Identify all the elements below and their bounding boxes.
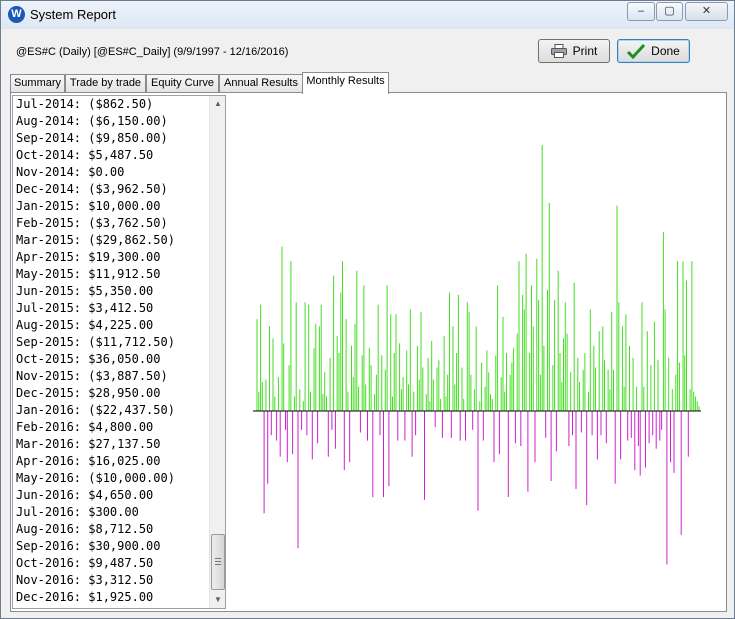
list-item[interactable]: Aug-2014: ($6,150.00) (16, 113, 210, 130)
symbol-date-range: @ES#C (Daily) [@ES#C_Daily] (9/9/1997 - … (16, 46, 289, 58)
scroll-down-icon[interactable]: ▼ (210, 592, 226, 608)
monthly-results-chart (229, 93, 726, 611)
system-report-window: W System Report ‒ ▢ ✕ @ES#C (Daily) [@ES… (0, 0, 735, 619)
list-item[interactable]: Feb-2015: ($3,762.50) (16, 215, 210, 232)
window-title: System Report (30, 7, 116, 22)
scrollbar-thumb[interactable] (211, 534, 225, 590)
list-item[interactable]: Aug-2015: $4,225.00 (16, 317, 210, 334)
list-item[interactable]: Jul-2016: $300.00 (16, 504, 210, 521)
vertical-scrollbar[interactable]: ▲ ▼ (209, 96, 225, 608)
list-item[interactable]: Jun-2016: $4,650.00 (16, 487, 210, 504)
title-bar[interactable]: W System Report ‒ ▢ ✕ (1, 1, 734, 29)
minimize-icon: ‒ (637, 5, 645, 17)
monthly-results-chart-svg (253, 145, 701, 565)
close-button[interactable]: ✕ (685, 2, 728, 21)
list-item[interactable]: Jan-2015: $10,000.00 (16, 198, 210, 215)
tab-trade-by-trade[interactable]: Trade by trade (65, 74, 146, 93)
list-item[interactable]: May-2016: ($10,000.00) (16, 470, 210, 487)
minimize-button[interactable]: ‒ (627, 2, 655, 21)
print-button[interactable]: Print (538, 39, 610, 63)
scroll-up-icon[interactable]: ▲ (210, 96, 226, 112)
list-item[interactable]: Jul-2014: ($862.50) (16, 96, 210, 113)
maximize-button[interactable]: ▢ (656, 2, 683, 21)
list-item[interactable]: Mar-2015: ($29,862.50) (16, 232, 210, 249)
list-item[interactable]: Oct-2014: $5,487.50 (16, 147, 210, 164)
list-item[interactable]: Oct-2016: $9,487.50 (16, 555, 210, 572)
list-item[interactable]: Nov-2015: ($3,887.50) (16, 368, 210, 385)
done-button[interactable]: Done (617, 39, 690, 63)
list-item[interactable]: Sep-2014: ($9,850.00) (16, 130, 210, 147)
printer-icon (550, 44, 567, 58)
list-item[interactable]: Jun-2015: $5,350.00 (16, 283, 210, 300)
print-label: Print (572, 44, 598, 58)
tab-monthly-results[interactable]: Monthly Results (302, 72, 389, 94)
list-item[interactable]: May-2015: $11,912.50 (16, 266, 210, 283)
list-item[interactable]: Mar-2016: $27,137.50 (16, 436, 210, 453)
list-item[interactable]: Jul-2015: $3,412.50 (16, 300, 210, 317)
list-item[interactable]: Oct-2015: $36,050.00 (16, 351, 210, 368)
tab-equity-curve[interactable]: Equity Curve (146, 74, 219, 93)
tab-summary[interactable]: Summary (10, 74, 65, 93)
list-item[interactable]: Nov-2014: $0.00 (16, 164, 210, 181)
list-items: Jul-2014: ($862.50) Aug-2014: ($6,150.00)… (16, 96, 210, 606)
list-item[interactable]: Dec-2015: $28,950.00 (16, 385, 210, 402)
list-item[interactable]: Nov-2016: $3,312.50 (16, 572, 210, 589)
list-item[interactable]: Aug-2016: $8,712.50 (16, 521, 210, 538)
list-item[interactable]: Sep-2015: ($11,712.50) (16, 334, 210, 351)
close-icon: ✕ (701, 5, 712, 17)
monthly-results-list[interactable]: Jul-2014: ($862.50) Aug-2014: ($6,150.00)… (12, 95, 226, 609)
tab-annual-results[interactable]: Annual Results (219, 74, 303, 93)
checkmark-icon (627, 43, 646, 59)
app-logo-icon: W (8, 6, 25, 23)
list-item[interactable]: Dec-2014: ($3,962.50) (16, 181, 210, 198)
list-item[interactable]: Feb-2016: $4,800.00 (16, 419, 210, 436)
done-label: Done (651, 44, 680, 58)
maximize-icon: ▢ (664, 5, 675, 17)
list-item[interactable]: Sep-2016: $30,900.00 (16, 538, 210, 555)
list-item[interactable]: Dec-2016: $1,925.00 (16, 589, 210, 606)
list-item[interactable]: Apr-2015: $19,300.00 (16, 249, 210, 266)
list-item[interactable]: Apr-2016: $16,025.00 (16, 453, 210, 470)
list-item[interactable]: Jan-2016: ($22,437.50) (16, 402, 210, 419)
